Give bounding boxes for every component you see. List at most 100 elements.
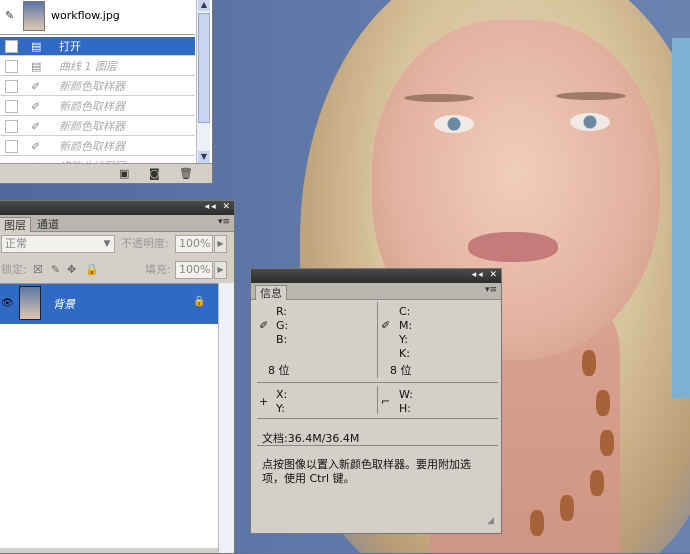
history-item-1[interactable]: ▤ 曲线 1 图层: [0, 57, 195, 76]
eyedropper-icon: ✐: [31, 100, 41, 113]
layers-panel: ◂◂ ✕ 图层 通道 ▾≡ 正常 ▼ 不透明度: 100% ▶ 锁定: ☒ ✎ …: [0, 200, 235, 554]
scroll-up-arrow-icon[interactable]: ▲: [198, 0, 210, 11]
document-icon: ▤: [31, 60, 42, 73]
history-item-checkbox[interactable]: [5, 100, 18, 113]
history-item-label: 新颜色取样器: [59, 120, 125, 133]
info-divider: [257, 418, 498, 419]
necklace-bead: [590, 470, 604, 496]
panel-menu-icon[interactable]: ▾≡: [218, 217, 230, 227]
visibility-eye-icon[interactable]: 👁: [1, 298, 14, 309]
lock-brush-icon[interactable]: ✎: [51, 258, 60, 282]
history-item-5[interactable]: ✐ 新颜色取样器: [0, 137, 195, 156]
info-titlebar[interactable]: ◂◂ ✕: [251, 269, 501, 283]
necklace-bead: [582, 350, 596, 376]
history-item-checkbox[interactable]: [5, 120, 18, 133]
info-divider: [377, 386, 378, 414]
history-snapshot[interactable]: ✎ workflow.jpg: [0, 0, 195, 35]
eyedropper-icon: ✐: [31, 140, 41, 153]
info-tabrow: 信息 ▾≡: [251, 283, 501, 300]
document-icon: ▤: [31, 40, 42, 53]
channel-m: M:: [399, 319, 413, 332]
photo-left-eye: [434, 115, 474, 133]
history-item-3[interactable]: ✐ 新颜色取样器: [0, 97, 195, 116]
fill-input[interactable]: 100%: [175, 261, 213, 279]
lock-move-icon[interactable]: ✥: [67, 258, 76, 282]
necklace-bead: [560, 495, 574, 521]
panel-collapse-close-icon[interactable]: ◂◂ ✕: [205, 202, 232, 212]
opacity-input[interactable]: 100%: [175, 235, 213, 253]
selection-size-icon: ⌐: [381, 395, 391, 408]
panel-collapse-close-icon[interactable]: ◂◂ ✕: [472, 270, 499, 280]
tab-layers[interactable]: 图层: [0, 217, 31, 232]
resize-grip-icon[interactable]: ◢: [487, 516, 494, 526]
history-item-checkbox[interactable]: [5, 60, 18, 73]
info-hint-text: 点按图像以置入新颜色取样器。要用附加选项，使用 Ctrl 键。: [262, 458, 471, 485]
right-bit-depth: 8 位: [390, 364, 412, 377]
lock-label: 锁定:: [1, 263, 27, 276]
snapshot-thumbnail: [23, 1, 45, 31]
layer-row-background[interactable]: 👁 背景 🔒: [0, 284, 218, 324]
history-item-label: 新颜色取样器: [59, 80, 125, 93]
history-brush-icon[interactable]: ✎: [5, 9, 14, 22]
tab-channels[interactable]: 通道: [33, 217, 63, 232]
info-divider: [377, 302, 378, 378]
blend-mode-value: 正常: [5, 237, 27, 250]
document-size: 文档:36.4M/36.4M: [262, 432, 360, 445]
layer-name: 背景: [53, 298, 75, 311]
chevron-down-icon: ▼: [103, 239, 111, 249]
eyedropper-icon: ✐: [31, 120, 41, 133]
blend-mode-select[interactable]: 正常 ▼: [1, 235, 115, 253]
layer-thumbnail: [19, 286, 41, 320]
crosshair-icon: +: [259, 395, 269, 408]
fill-arrow-icon[interactable]: ▶: [214, 261, 227, 279]
eyedropper-icon: ✐: [31, 80, 41, 93]
scrollbar-thumb[interactable]: [198, 13, 210, 123]
opacity-arrow-icon[interactable]: ▶: [214, 235, 227, 253]
history-item-2[interactable]: ✐ 新颜色取样器: [0, 77, 195, 96]
lock-transparent-icon[interactable]: ☒: [33, 258, 43, 282]
layers-scrollbar[interactable]: [218, 283, 234, 553]
history-item-label: 新颜色取样器: [59, 140, 125, 153]
snapshot-label: workflow.jpg: [51, 9, 120, 22]
lock-all-icon[interactable]: 🔒: [85, 258, 99, 282]
opacity-label: 不透明度:: [121, 237, 169, 250]
layers-titlebar[interactable]: ◂◂ ✕: [0, 201, 234, 215]
info-panel: ◂◂ ✕ 信息 ▾≡ R: ✐ G: B: 8 位 C: ✐ M: Y: K: …: [250, 268, 502, 534]
photo-right-brow: [556, 92, 626, 100]
tab-info[interactable]: 信息: [255, 285, 287, 300]
necklace-bead: [600, 430, 614, 456]
left-bit-depth: 8 位: [268, 364, 290, 377]
history-scrollbar[interactable]: ▲ ▼: [196, 0, 210, 163]
fill-label: 填充:: [145, 263, 171, 276]
history-item-label: 打开: [59, 40, 81, 53]
layer-lock-icon: 🔒: [193, 296, 206, 307]
eyedropper-icon: ✐: [381, 319, 391, 332]
info-divider: [257, 382, 498, 383]
history-item-checkbox[interactable]: [5, 40, 18, 53]
history-item-label: 曲线 1 图层: [59, 60, 117, 73]
channel-r: R:: [276, 305, 288, 318]
history-item-checkbox[interactable]: [5, 140, 18, 153]
trash-icon[interactable]: 🗑: [179, 167, 193, 180]
channel-k: K:: [399, 347, 410, 360]
panel-menu-icon[interactable]: ▾≡: [485, 285, 497, 295]
history-panel: ✎ workflow.jpg ▤ 打开 ▤ 曲线 1 图层 ✐ 新颜色取样器 ✐…: [0, 0, 213, 184]
history-item-label: 新颜色取样器: [59, 100, 125, 113]
new-document-icon[interactable]: ▣: [119, 167, 129, 180]
history-item-0[interactable]: ▤ 打开: [0, 37, 195, 56]
layer-list: 👁 背景 🔒: [0, 283, 218, 548]
history-item-checkbox[interactable]: [5, 80, 18, 93]
history-item-4[interactable]: ✐ 新颜色取样器: [0, 117, 195, 136]
camera-icon[interactable]: ◙: [149, 167, 160, 180]
channel-b: B:: [276, 333, 288, 346]
layers-lock-row: 锁定: ☒ ✎ ✥ 🔒 填充: 100% ▶: [0, 258, 234, 282]
scroll-down-arrow-icon[interactable]: ▼: [198, 151, 210, 163]
photo-right-eye: [570, 113, 610, 131]
channel-c: C:: [399, 305, 411, 318]
info-body: R: ✐ G: B: 8 位 C: ✐ M: Y: K: 8 位 + X: Y:…: [254, 300, 498, 530]
eyedropper-icon: ✐: [259, 319, 269, 332]
coord-y-label: Y:: [276, 402, 285, 415]
width-label: W:: [399, 388, 413, 401]
necklace-bead: [530, 510, 544, 536]
coord-x-label: X:: [276, 388, 288, 401]
